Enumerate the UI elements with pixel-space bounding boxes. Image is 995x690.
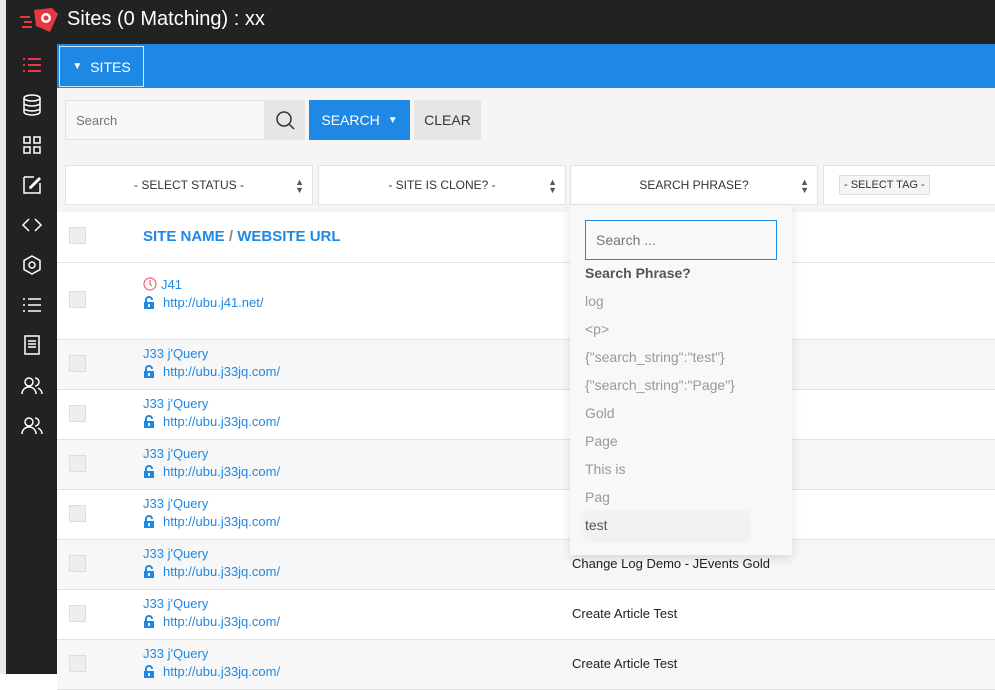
status-select-value: - SELECT STATUS - bbox=[133, 178, 244, 192]
table-row: J33 j'Query http://ubu.j33jq.com/ bbox=[57, 490, 995, 540]
document-icon[interactable] bbox=[20, 333, 44, 357]
unlock-icon bbox=[144, 296, 154, 309]
row-checkbox[interactable] bbox=[69, 291, 86, 308]
header-separator: / bbox=[224, 228, 238, 245]
site-url-link[interactable]: http://ubu.j33jq.com/ bbox=[163, 614, 280, 629]
dropdown-option[interactable]: {"search_string":"test"} bbox=[585, 343, 749, 371]
search-icon-button[interactable] bbox=[265, 100, 305, 140]
site-url-link[interactable]: http://ubu.j41.net/ bbox=[163, 295, 263, 310]
search-button[interactable]: SEARCH ▼ bbox=[309, 100, 410, 140]
unlock-icon bbox=[144, 415, 154, 428]
row-checkbox[interactable] bbox=[69, 555, 86, 572]
clone-select-value: - SITE IS CLONE? - bbox=[388, 178, 496, 192]
caret-down-icon: ▼ bbox=[72, 61, 83, 72]
row-checkbox[interactable] bbox=[69, 355, 86, 372]
dropdown-option[interactable]: Gold bbox=[585, 399, 749, 427]
unlock-icon bbox=[144, 365, 154, 378]
header-website-url: WEBSITE URL bbox=[237, 228, 341, 245]
site-name-link[interactable]: J33 j'Query bbox=[143, 596, 208, 611]
table-row: J33 j'Query http://ubu.j33jq.com/ Create… bbox=[57, 640, 995, 690]
users-icon[interactable] bbox=[20, 413, 44, 437]
site-name-link[interactable]: J33 j'Query bbox=[143, 346, 208, 361]
status-select[interactable]: - SELECT STATUS - ▲ ▼ bbox=[65, 165, 313, 205]
code-icon[interactable] bbox=[20, 213, 44, 237]
search-phrase-value: SEARCH PHRASE? bbox=[639, 178, 749, 192]
select-arrows-icon: ▲ ▼ bbox=[548, 177, 557, 195]
sidebar-list-icon[interactable] bbox=[20, 53, 44, 77]
dropdown-heading: Search Phrase? bbox=[585, 265, 691, 281]
site-url-link[interactable]: http://ubu.j33jq.com/ bbox=[163, 414, 280, 429]
search-label: SEARCH bbox=[321, 112, 380, 128]
site-url-link[interactable]: http://ubu.j33jq.com/ bbox=[163, 564, 280, 579]
page-title: Sites (0 Matching) : xx bbox=[67, 8, 265, 30]
dropdown-option[interactable]: <p> bbox=[585, 315, 749, 343]
dropdown-option[interactable]: log bbox=[585, 287, 749, 315]
unlock-icon bbox=[144, 615, 154, 628]
table-row: J33 j'Query http://ubu.j33jq.com/ bbox=[57, 390, 995, 440]
site-name-link[interactable]: J33 j'Query bbox=[143, 646, 208, 661]
hexagon-icon[interactable] bbox=[20, 253, 44, 277]
caret-down-icon: ▼ bbox=[387, 114, 398, 126]
unlock-icon bbox=[144, 565, 154, 578]
table-row: J33 j'Query http://ubu.j33jq.com/ bbox=[57, 440, 995, 490]
clock-icon bbox=[143, 277, 157, 291]
search-phrase-cell: Create Article Test bbox=[572, 656, 678, 671]
site-url-link[interactable]: http://ubu.j33jq.com/ bbox=[163, 364, 280, 379]
unlock-icon bbox=[144, 515, 154, 528]
dropdown-option[interactable]: {"search_string":"Page"} bbox=[585, 371, 749, 399]
site-url-link[interactable]: http://ubu.j33jq.com/ bbox=[163, 464, 280, 479]
site-name-link[interactable]: J41 bbox=[161, 277, 182, 292]
search-phrase-dropdown: Search Phrase? log<p>{"search_string":"t… bbox=[570, 205, 792, 555]
row-checkbox[interactable] bbox=[69, 605, 86, 622]
list-icon[interactable] bbox=[20, 293, 44, 317]
grid-icon[interactable] bbox=[20, 133, 44, 157]
search-input[interactable] bbox=[65, 100, 265, 140]
site-name-link[interactable]: J33 j'Query bbox=[143, 546, 208, 561]
table-row: J33 j'Query http://ubu.j33jq.com/ bbox=[57, 340, 995, 390]
tag-select-value: - SELECT TAG - bbox=[839, 175, 930, 195]
unlock-icon bbox=[144, 465, 154, 478]
logo-icon bbox=[20, 8, 58, 32]
search-icon bbox=[276, 111, 295, 130]
dropdown-option[interactable]: Page bbox=[585, 427, 749, 455]
site-name-link[interactable]: J33 j'Query bbox=[143, 496, 208, 511]
edit-icon[interactable] bbox=[20, 173, 44, 197]
dropdown-option[interactable]: test bbox=[585, 511, 749, 539]
dropdown-search-input[interactable] bbox=[585, 220, 777, 260]
clear-button[interactable]: CLEAR bbox=[414, 100, 481, 140]
row-checkbox[interactable] bbox=[69, 455, 86, 472]
site-name-link[interactable]: J33 j'Query bbox=[143, 396, 208, 411]
users-icon[interactable] bbox=[20, 373, 44, 397]
clone-select[interactable]: - SITE IS CLONE? - ▲ ▼ bbox=[318, 165, 566, 205]
select-arrows-icon: ▲ ▼ bbox=[295, 177, 304, 195]
table-header: SITE NAME / WEBSITE URL bbox=[57, 212, 995, 263]
header-site-name: SITE NAME bbox=[143, 228, 225, 245]
unlock-icon bbox=[144, 665, 154, 678]
database-icon[interactable] bbox=[20, 93, 44, 117]
table-row: J33 j'Query http://ubu.j33jq.com/ Change… bbox=[57, 540, 995, 590]
select-all-checkbox[interactable] bbox=[69, 227, 86, 244]
search-phrase-select[interactable]: SEARCH PHRASE? ▲ ▼ bbox=[570, 165, 818, 205]
site-name-link[interactable]: J33 j'Query bbox=[143, 446, 208, 461]
sites-dropdown-button[interactable]: ▼ SITES bbox=[59, 46, 144, 87]
table-row: J33 j'Query http://ubu.j33jq.com/ Create… bbox=[57, 590, 995, 640]
search-phrase-cell: Create Article Test bbox=[572, 606, 678, 621]
dropdown-option[interactable]: Pag bbox=[585, 483, 749, 511]
site-url-link[interactable]: http://ubu.j33jq.com/ bbox=[163, 664, 280, 679]
row-checkbox[interactable] bbox=[69, 655, 86, 672]
row-checkbox[interactable] bbox=[69, 405, 86, 422]
search-phrase-cell: Change Log Demo - JEvents Gold bbox=[572, 556, 770, 571]
sidebar bbox=[6, 44, 57, 674]
sites-label: SITES bbox=[90, 58, 131, 75]
tag-select[interactable]: - SELECT TAG - bbox=[823, 165, 995, 205]
site-url-link[interactable]: http://ubu.j33jq.com/ bbox=[163, 514, 280, 529]
row-checkbox[interactable] bbox=[69, 505, 86, 522]
toolbar: ▼ SITES bbox=[57, 44, 995, 88]
table-row: J41 http://ubu.j41.net/ bbox=[57, 263, 995, 340]
select-arrows-icon: ▲ ▼ bbox=[800, 177, 809, 195]
column-header-site[interactable]: SITE NAME / WEBSITE URL bbox=[143, 228, 341, 245]
dropdown-option[interactable]: This is bbox=[585, 455, 749, 483]
